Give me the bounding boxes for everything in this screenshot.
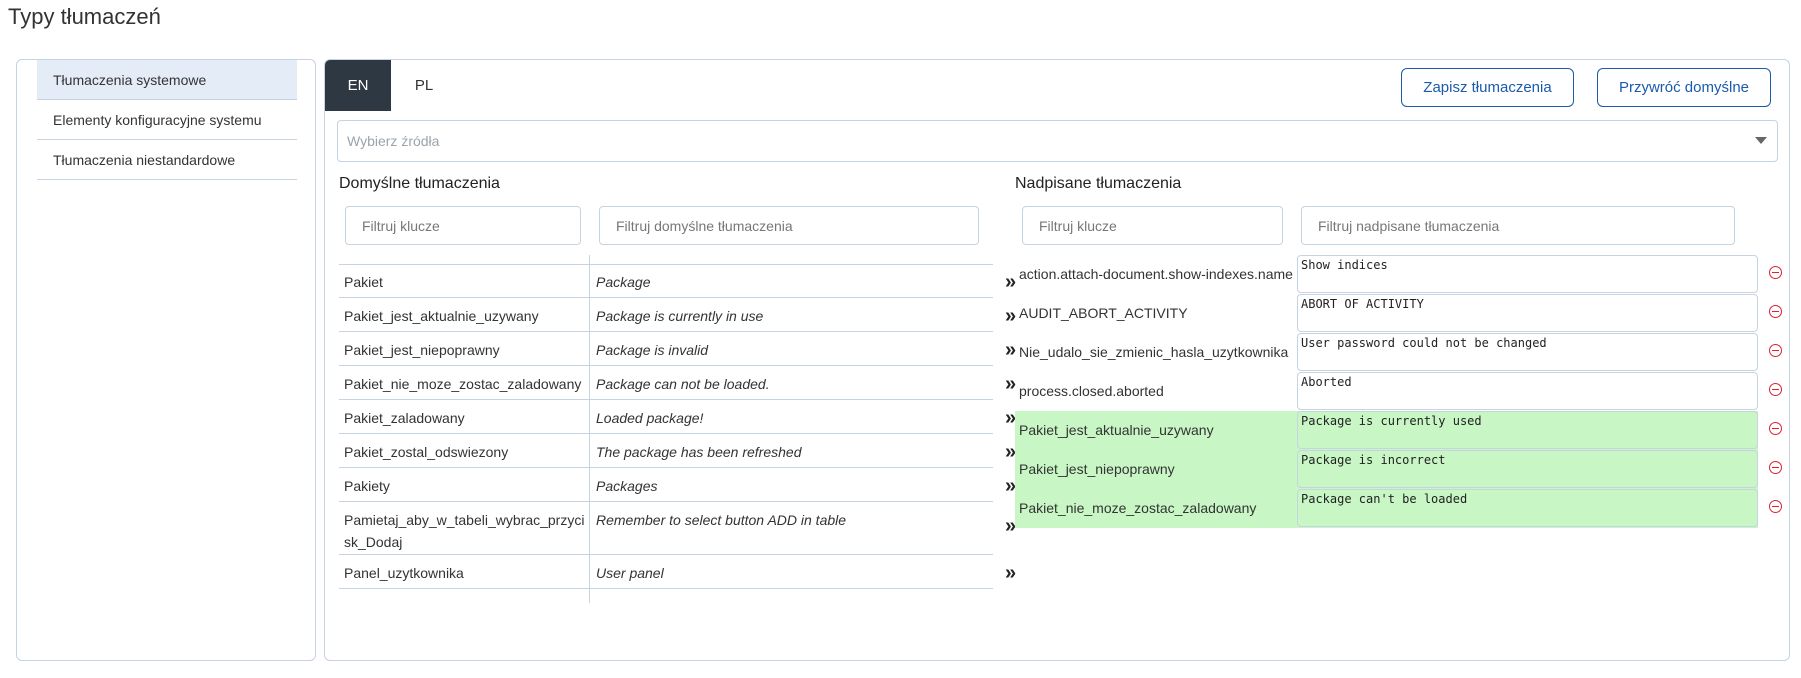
translation-value: User panel <box>589 555 993 589</box>
translation-key: Pakiety <box>344 478 390 494</box>
translation-value: Loaded package! <box>589 400 993 434</box>
override-value-input[interactable]: Package is currently used <box>1297 411 1758 449</box>
table-row: Pakiet_jest_aktualnie_uzywany Package is… <box>339 298 1049 332</box>
override-key: Pakiet_jest_aktualnie_uzywany <box>1015 411 1297 450</box>
table-row: Panel_uzytkownika User panel » <box>339 555 1049 589</box>
override-value-cell: User password could not be changed <box>1297 333 1758 372</box>
translation-key: Pakiet_zaladowany <box>344 410 465 426</box>
override-row-new: Pakiet_nie_moze_zostac_zaladowany Packag… <box>1015 489 1782 528</box>
translation-key: Pamietaj_aby_w_tabeli_wybrac_przycisk_Do… <box>344 512 585 550</box>
override-row-new: Pakiet_jest_aktualnie_uzywany Package is… <box>1015 411 1782 450</box>
translation-key: Pakiet_jest_aktualnie_uzywany <box>344 308 539 324</box>
translation-key: Pakiet_zostal_odswiezony <box>344 444 509 460</box>
restore-defaults-button[interactable]: Przywróć domyślne <box>1597 68 1771 107</box>
override-value-cell: ABORT OF ACTIVITY <box>1297 294 1758 333</box>
override-key: Nie_udalo_sie_zmienic_hasla_uzytkownika <box>1019 344 1289 360</box>
default-value-filter-input[interactable] <box>599 206 979 245</box>
override-value-cell: Package is currently used <box>1297 411 1758 450</box>
minus-circle-icon[interactable] <box>1769 305 1782 318</box>
override-row: action.attach-document.show-indexes.name… <box>1015 255 1782 294</box>
minus-circle-icon[interactable] <box>1769 344 1782 357</box>
translation-key: Panel_uzytkownika <box>344 565 464 581</box>
sidebar-item-custom-translations[interactable]: Tłumaczenia niestandardowe <box>37 140 297 180</box>
overridden-translations-heading: Nadpisane tłumaczenia <box>1015 175 1182 192</box>
override-value-input[interactable]: Package is incorrect <box>1297 450 1758 488</box>
override-value-input[interactable]: Package can't be loaded <box>1297 489 1758 527</box>
minus-circle-icon[interactable] <box>1769 383 1782 396</box>
minus-circle-icon[interactable] <box>1769 422 1782 435</box>
default-key-filter-input[interactable] <box>345 206 581 245</box>
sidebar-item-system-config-elements[interactable]: Elementy konfiguracyjne systemu <box>37 100 297 140</box>
override-value-input[interactable]: Show indices <box>1297 255 1758 293</box>
caret-down-icon[interactable] <box>1755 137 1767 144</box>
table-row: Pakiet_zostal_odswiezony The package has… <box>339 434 1049 468</box>
minus-circle-icon[interactable] <box>1769 266 1782 279</box>
table-row: Pakiet_zaladowany Loaded package! » <box>339 400 1049 434</box>
override-value-cell: Aborted <box>1297 372 1758 411</box>
override-value-input[interactable]: User password could not be changed <box>1297 333 1758 371</box>
tab-pl[interactable]: PL <box>391 60 457 111</box>
override-key: action.attach-document.show-indexes.name <box>1019 266 1293 282</box>
translation-key: Pakiet <box>344 274 383 290</box>
override-value-filter-input[interactable] <box>1301 206 1735 245</box>
override-key: Pakiet_nie_moze_zostac_zaladowany <box>1015 489 1297 528</box>
override-row: AUDIT_ABORT_ACTIVITY ABORT OF ACTIVITY <box>1015 294 1782 333</box>
override-key: AUDIT_ABORT_ACTIVITY <box>1019 305 1188 321</box>
override-key: process.closed.aborted <box>1019 383 1164 399</box>
translation-value: Package can not be loaded. <box>589 366 993 400</box>
sidebar-menu: Tłumaczenia systemowe Elementy konfigura… <box>37 60 297 180</box>
translation-value: Package <box>589 264 993 298</box>
override-value-cell: Package is incorrect <box>1297 450 1758 489</box>
override-value-cell: Package can't be loaded <box>1297 489 1758 528</box>
minus-circle-icon[interactable] <box>1769 500 1782 513</box>
save-translations-button[interactable]: Zapisz tłumaczenia <box>1401 68 1574 107</box>
sidebar-panel: Tłumaczenia systemowe Elementy konfigura… <box>16 59 316 661</box>
table-row <box>339 589 1049 603</box>
sidebar-item-system-translations[interactable]: Tłumaczenia systemowe <box>37 60 297 100</box>
table-row: Pakiet_jest_niepoprawny Package is inval… <box>339 332 1049 366</box>
source-select-placeholder: Wybierz źródła <box>347 133 440 149</box>
override-row-new: Pakiet_jest_niepoprawny Package is incor… <box>1015 450 1782 489</box>
double-chevron-right-icon[interactable]: » <box>1005 562 1016 585</box>
source-select[interactable]: Wybierz źródła <box>337 120 1778 162</box>
main-panel: EN PL Zapisz tłumaczenia Przywróć domyśl… <box>324 59 1790 661</box>
override-value-cell: Show indices <box>1297 255 1758 294</box>
override-value-input[interactable]: Aborted <box>1297 372 1758 410</box>
override-row: process.closed.aborted Aborted <box>1015 372 1782 411</box>
translation-value: Package is invalid <box>589 332 993 366</box>
translation-value: The package has been refreshed <box>589 434 993 468</box>
translation-key: Pakiet_nie_moze_zostac_zaladowany <box>344 376 582 392</box>
default-translations-list[interactable]: Pakiet Package » Pakiet_jest_aktualnie_u… <box>339 255 1049 649</box>
override-value-input[interactable]: ABORT OF ACTIVITY <box>1297 294 1758 332</box>
table-row: Pakiet Package » <box>339 264 1049 298</box>
table-row: Pamietaj_aby_w_tabeli_wybrac_przycisk_Do… <box>339 502 1049 555</box>
translation-value: Package is currently in use <box>589 298 993 332</box>
tab-en[interactable]: EN <box>325 60 391 111</box>
translation-value <box>589 589 993 603</box>
override-key-filter-input[interactable] <box>1022 206 1283 245</box>
table-row: Pakiety Packages » <box>339 468 1049 502</box>
override-row: Nie_udalo_sie_zmienic_hasla_uzytkownika … <box>1015 333 1782 372</box>
page-title: Typy tłumaczeń <box>8 4 161 29</box>
default-translations-heading: Domyślne tłumaczenia <box>339 175 500 192</box>
table-row: Pakiet_nie_moze_zostac_zaladowany Packag… <box>339 366 1049 400</box>
override-key: Pakiet_jest_niepoprawny <box>1015 450 1297 489</box>
minus-circle-icon[interactable] <box>1769 461 1782 474</box>
translation-value: Packages <box>589 468 993 502</box>
translation-value: Remember to select button ADD in table <box>589 502 993 555</box>
translation-key: Pakiet_jest_niepoprawny <box>344 342 500 358</box>
